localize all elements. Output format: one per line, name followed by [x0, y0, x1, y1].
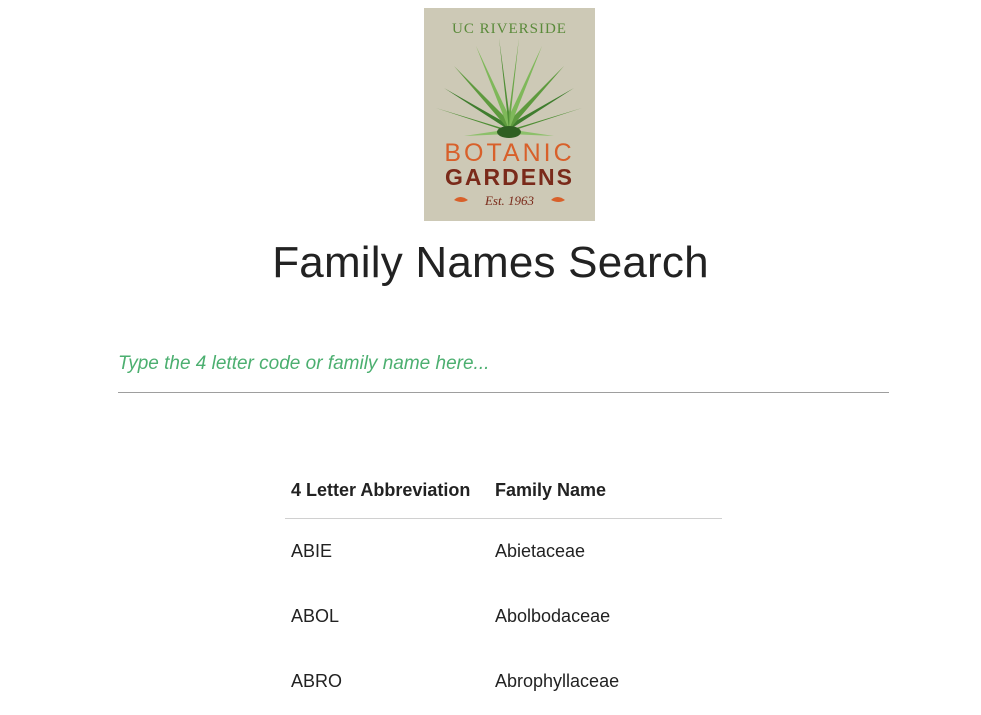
table-header-row: 4 Letter Abbreviation Family Name	[285, 462, 722, 519]
abbreviation-cell: ABRO	[291, 671, 343, 691]
family-name-cell: Abietaceae	[495, 541, 586, 561]
abbreviation-cell: ABIE	[291, 541, 333, 561]
abbreviation-cell: ABOL	[291, 606, 340, 626]
family-name-cell: Abrophyllaceae	[495, 671, 620, 691]
search-input[interactable]	[118, 348, 889, 380]
page: UC RIVERSIDE BOTANIC GARDENS Est. 1963 F…	[0, 0, 981, 715]
column-header-family-name[interactable]: Family Name	[489, 462, 722, 519]
agave-plant-logo-icon: UC RIVERSIDE BOTANIC GARDENS Est. 1963	[424, 8, 595, 221]
table-row[interactable]: ABOL Abolbodaceae	[285, 584, 722, 649]
table-row[interactable]: ABRO Abrophyllaceae	[285, 649, 722, 714]
results-table: 4 Letter Abbreviation Family Name ABIE A…	[285, 462, 722, 714]
logo-est-text: Est. 1963	[484, 193, 535, 208]
logo-gardens-text: GARDENS	[445, 164, 574, 190]
family-name-cell: Abolbodaceae	[495, 606, 611, 626]
search-field	[118, 340, 889, 393]
table-row[interactable]: ABIE Abietaceae	[285, 519, 722, 585]
page-title: Family Names Search	[272, 238, 709, 287]
column-header-abbreviation[interactable]: 4 Letter Abbreviation	[285, 462, 489, 519]
logo-botanic-text: BOTANIC	[444, 139, 574, 167]
botanic-gardens-logo: UC RIVERSIDE BOTANIC GARDENS Est. 1963	[424, 8, 595, 221]
logo-top-text: UC RIVERSIDE	[452, 21, 567, 37]
